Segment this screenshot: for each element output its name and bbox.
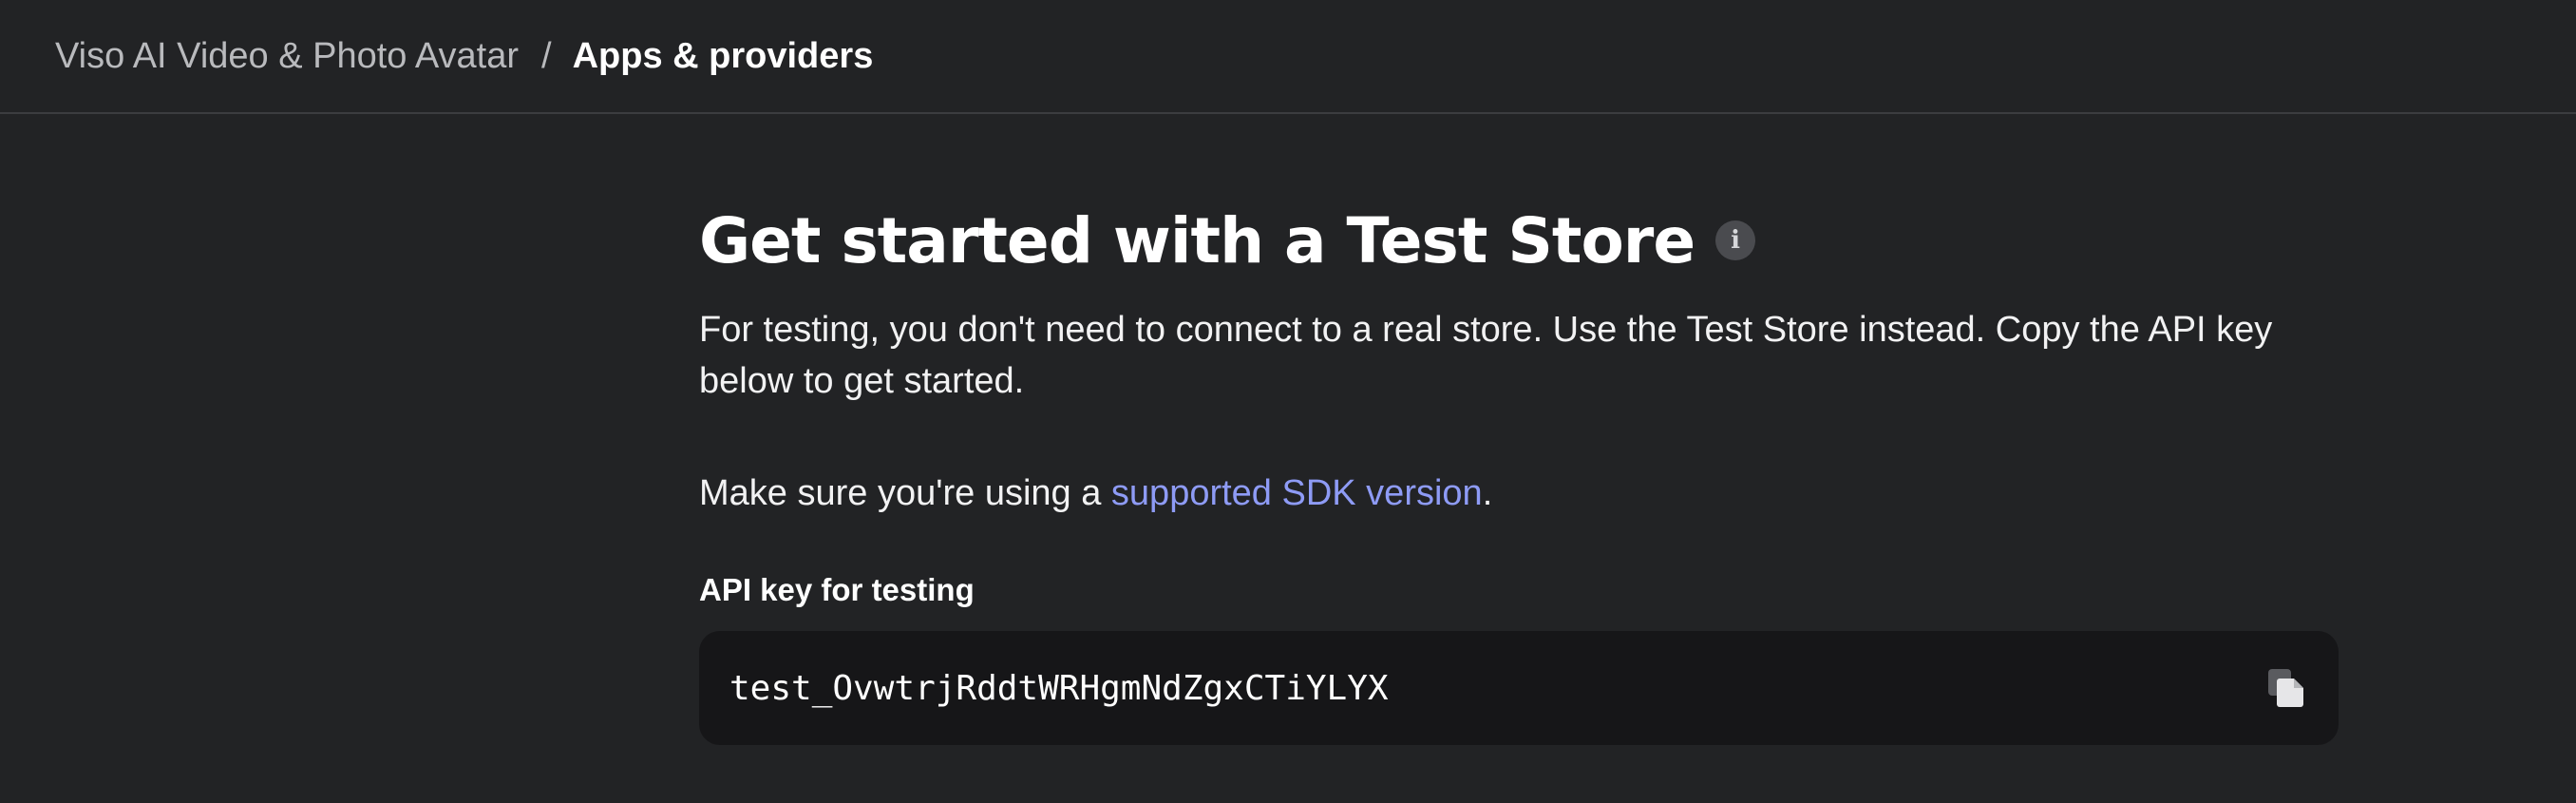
api-key-box: test_OvwtrjRddtWRHgmNdZgxCTiYLYX xyxy=(699,631,2339,745)
sdk-note-prefix: Make sure you're using a xyxy=(699,473,1111,513)
breadcrumb-current-page: Apps & providers xyxy=(572,35,874,76)
breadcrumb-app-link[interactable]: Viso AI Video & Photo Avatar xyxy=(55,36,519,76)
sdk-version-note: Make sure you're using a supported SDK v… xyxy=(699,468,2340,519)
top-bar: Viso AI Video & Photo Avatar / Apps & prov… xyxy=(0,0,2576,114)
page-title: Get started with a Test Store xyxy=(699,203,1695,277)
test-store-description: For testing, you don't need to connect t… xyxy=(699,310,2273,401)
supported-sdk-version-link[interactable]: supported SDK version xyxy=(1111,473,1483,513)
main-content: Get started with a Test Store i For test… xyxy=(699,198,2340,745)
breadcrumb-separator: / xyxy=(541,35,552,76)
api-key-label: API key for testing xyxy=(699,572,975,607)
sdk-note-suffix: . xyxy=(1482,473,1493,513)
title-row: Get started with a Test Store i xyxy=(699,198,2340,283)
api-key-value[interactable]: test_OvwtrjRddtWRHgmNdZgxCTiYLYX xyxy=(729,669,1389,708)
copy-icon[interactable] xyxy=(2264,666,2308,710)
info-icon[interactable]: i xyxy=(1715,220,1756,260)
breadcrumb: Viso AI Video & Photo Avatar / Apps & prov… xyxy=(55,36,873,77)
